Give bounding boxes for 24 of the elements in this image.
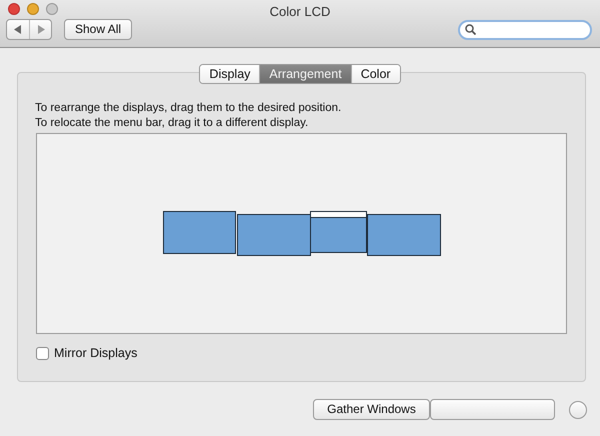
search-icon xyxy=(465,24,476,35)
right-triangle-icon xyxy=(36,25,44,34)
display-thumbnail[interactable] xyxy=(310,211,367,253)
close-button[interactable] xyxy=(8,3,20,15)
display-thumbnail[interactable] xyxy=(163,211,236,254)
display-thumbnail[interactable] xyxy=(237,214,311,256)
menu-bar[interactable] xyxy=(311,212,366,218)
left-triangle-icon xyxy=(14,25,22,34)
checkbox-label: Mirror Displays xyxy=(54,345,138,362)
help-button[interactable] xyxy=(569,400,587,418)
tab[interactable]: Display xyxy=(200,65,260,83)
show-all-button[interactable]: Show All xyxy=(64,19,132,40)
tab[interactable]: Color xyxy=(350,65,400,83)
display-thumbnail[interactable] xyxy=(367,214,441,256)
tab[interactable]: Arrangement xyxy=(259,65,351,83)
instruction-text: To rearrange the displays, drag them to the desired position. xyxy=(35,101,342,116)
minimize-button[interactable] xyxy=(27,3,39,15)
window-title: Color LCD xyxy=(270,4,330,19)
back-forward-control[interactable] xyxy=(6,19,52,40)
instruction-text: To relocate the menu bar, drag it to a different display. xyxy=(35,116,310,131)
button[interactable] xyxy=(430,399,555,420)
search-field[interactable] xyxy=(458,20,592,40)
gather-windows-button[interactable]: Gather Windows xyxy=(313,399,430,420)
checkbox[interactable] xyxy=(36,346,49,360)
